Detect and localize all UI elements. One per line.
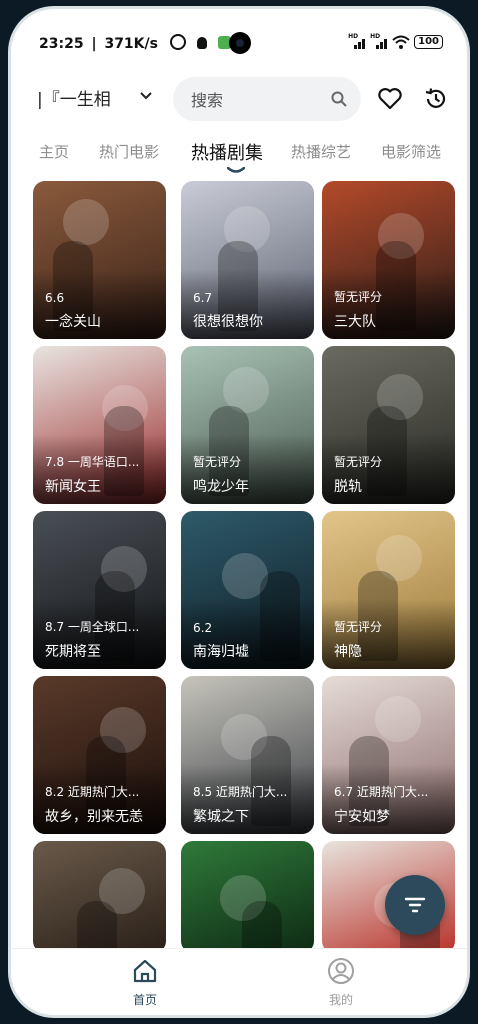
- card-title: 新闻女王: [45, 479, 101, 495]
- poster-figure: [77, 901, 117, 953]
- tab-movie-filter[interactable]: 电影筛选: [381, 141, 441, 162]
- tab-hot-series[interactable]: 热播剧集: [191, 139, 263, 165]
- series-card[interactable]: 6.7 很想很想你: [181, 181, 314, 339]
- series-card[interactable]: [181, 841, 314, 953]
- profile-icon: [328, 958, 354, 984]
- status-time: 23:25: [39, 36, 84, 52]
- alarm-icon: [169, 34, 186, 50]
- nav-home[interactable]: 首页: [115, 957, 175, 1008]
- search-input[interactable]: [189, 87, 323, 113]
- card-title: 神隐: [334, 644, 362, 660]
- battery-icon: 100: [414, 35, 443, 49]
- tab-hot-movies[interactable]: 热门电影: [99, 141, 159, 162]
- poster-figure: [242, 901, 282, 953]
- card-score: 8.7 一周全球口...: [45, 620, 140, 634]
- card-score: 6.7 近期热门大...: [334, 785, 429, 799]
- front-camera: [229, 32, 251, 54]
- series-card[interactable]: 6.2 南海归墟: [181, 511, 314, 669]
- category-tabs: 主页 热门电影 热播剧集 热播综艺 电影筛选: [11, 133, 467, 177]
- home-icon: [133, 959, 157, 983]
- card-title: 南海归墟: [193, 644, 249, 660]
- series-card[interactable]: 暂无评分 脱轨: [322, 346, 455, 504]
- card-score: 暂无评分: [334, 620, 383, 634]
- qq-icon: [196, 37, 207, 49]
- card-title: 死期将至: [45, 644, 101, 660]
- card-score: 6.2: [193, 621, 213, 635]
- tab-home[interactable]: 主页: [39, 141, 69, 162]
- status-bar: 23:25 | 371K/s HD HD 100: [11, 9, 467, 54]
- card-score: 暂无评分: [334, 290, 383, 304]
- source-selector[interactable]: |『一生相: [37, 85, 117, 110]
- card-title: 宁安如梦: [334, 809, 390, 825]
- series-card[interactable]: 暂无评分 神隐: [322, 511, 455, 669]
- card-title: 繁城之下: [193, 809, 249, 825]
- poster-figure: [375, 696, 421, 742]
- signal-icon: HD: [370, 33, 388, 49]
- search-bar[interactable]: [173, 77, 361, 121]
- series-card[interactable]: 6.6 一念关山: [33, 181, 166, 339]
- status-right: HD HD 100: [348, 33, 443, 50]
- filter-icon: [404, 897, 426, 913]
- history-icon[interactable]: [423, 86, 449, 112]
- card-title: 很想很想你: [193, 314, 263, 330]
- series-card[interactable]: 6.7 近期热门大... 宁安如梦: [322, 676, 455, 834]
- active-tab-indicator: [227, 167, 245, 173]
- phone-frame: 23:25 | 371K/s HD HD 100 |『一生相 搜索 主页 热门电…: [8, 6, 470, 1018]
- nav-home-label: 首页: [132, 993, 157, 1007]
- search-icon[interactable]: [331, 91, 347, 107]
- card-score: 8.2 近期热门大...: [45, 785, 140, 799]
- filter-fab-button[interactable]: [385, 875, 445, 935]
- series-card[interactable]: 8.2 近期热门大... 故乡，别来无恙: [33, 676, 166, 834]
- network-speed: 371K/s: [104, 36, 158, 52]
- signal-icon: HD: [348, 33, 366, 49]
- card-score: 6.6: [45, 291, 65, 305]
- card-title: 三大队: [334, 314, 376, 330]
- wifi-icon: [392, 35, 410, 49]
- card-score: 8.5 近期热门大...: [193, 785, 288, 799]
- nav-me-label: 我的: [328, 993, 353, 1007]
- series-card[interactable]: 暂无评分 三大队: [322, 181, 455, 339]
- bottom-nav: 首页 我的: [11, 948, 467, 1015]
- favorites-heart-icon[interactable]: [377, 86, 403, 112]
- card-title: 鸣龙少年: [193, 479, 249, 495]
- tab-hot-variety[interactable]: 热播综艺: [291, 141, 351, 162]
- card-score: 7.8 一周华语口...: [45, 455, 140, 469]
- app-screen: 23:25 | 371K/s HD HD 100 |『一生相 搜索 主页 热门电…: [11, 9, 467, 1015]
- series-card[interactable]: [33, 841, 166, 953]
- series-card[interactable]: 暂无评分 鸣龙少年: [181, 346, 314, 504]
- nav-me[interactable]: 我的: [311, 957, 371, 1008]
- card-title: 脱轨: [334, 479, 362, 495]
- poster-figure: [63, 199, 109, 245]
- series-card[interactable]: 7.8 一周华语口... 新闻女王: [33, 346, 166, 504]
- card-score: 暂无评分: [334, 455, 383, 469]
- series-card[interactable]: 8.7 一周全球口... 死期将至: [33, 511, 166, 669]
- card-title: 一念关山: [45, 314, 101, 330]
- top-header: |『一生相: [11, 75, 467, 123]
- chevron-down-icon[interactable]: [139, 89, 153, 103]
- card-score: 6.7: [193, 291, 213, 305]
- status-separator: |: [91, 36, 97, 52]
- card-score: 暂无评分: [193, 455, 242, 469]
- series-card[interactable]: 8.5 近期热门大... 繁城之下: [181, 676, 314, 834]
- card-title: 故乡，别来无恙: [45, 809, 143, 825]
- status-left: 23:25 | 371K/s: [39, 34, 231, 52]
